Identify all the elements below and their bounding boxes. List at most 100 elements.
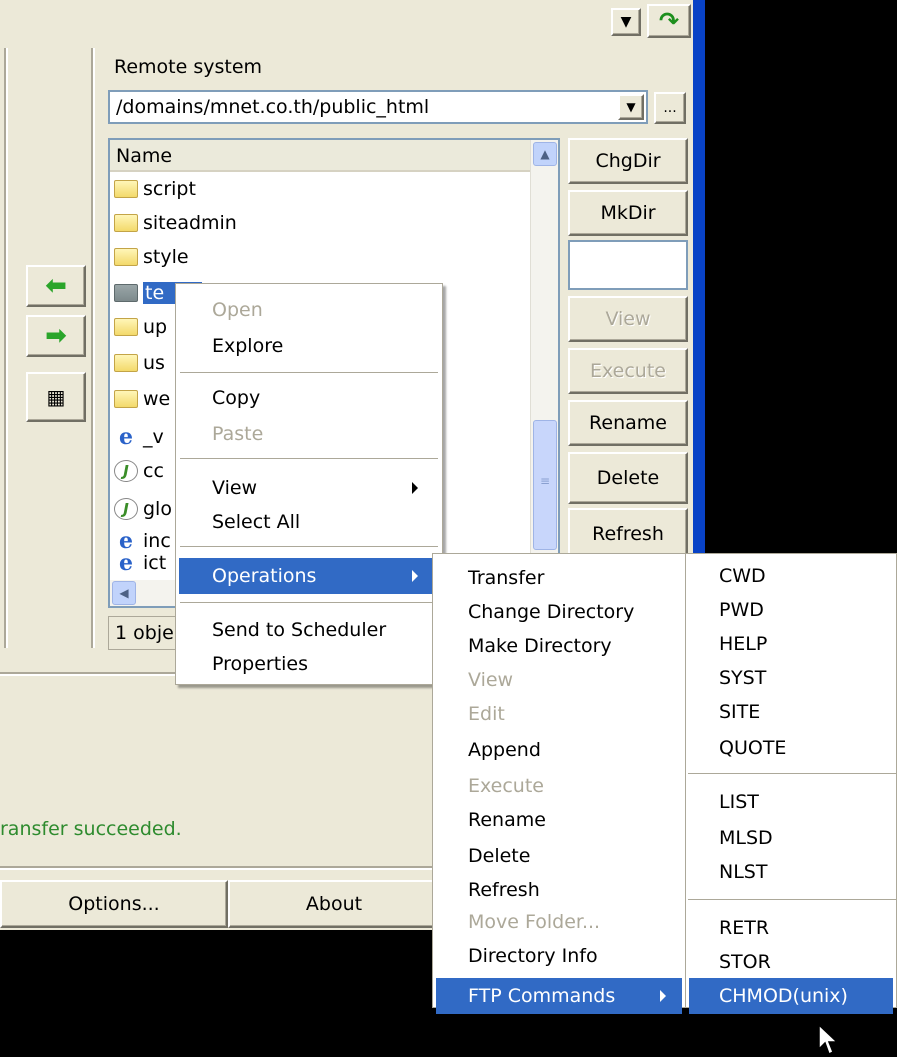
remote-path-value: /domains/mnet.co.th/public_html [116, 96, 430, 118]
menu-item-stor[interactable]: STOR [686, 944, 896, 980]
menu-item-help[interactable]: HELP [686, 626, 896, 662]
menu-item-nlst[interactable]: NLST [686, 854, 896, 890]
vertical-scrollbar[interactable]: ▲ ≡ [530, 140, 558, 580]
menu-separator [180, 458, 438, 459]
operations-submenu: Transfer Change Directory Make Directory… [432, 553, 686, 1014]
menu-item-quote[interactable]: QUOTE [686, 730, 896, 766]
menu-item-make-directory[interactable]: Make Directory [433, 628, 685, 664]
list-item[interactable]: e _v [114, 420, 164, 454]
execute-button[interactable]: Execute [568, 348, 688, 394]
browse-path-button[interactable]: ... [654, 92, 686, 124]
menu-item-paste[interactable]: Paste [176, 416, 442, 452]
menu-item-operations[interactable]: Operations [179, 558, 439, 594]
remote-path-combo[interactable]: /domains/mnet.co.th/public_html ▼ [108, 90, 648, 124]
menu-item-change-directory[interactable]: Change Directory [433, 594, 685, 630]
menu-item-syst[interactable]: SYST [686, 660, 896, 696]
arrow-left-icon: ⬅ [45, 271, 67, 301]
folder-icon [114, 390, 138, 408]
chevron-down-icon: ▼ [620, 14, 632, 30]
list-item[interactable]: us [114, 346, 165, 380]
remote-system-label: Remote system [114, 56, 262, 78]
folder-icon [114, 354, 138, 372]
menu-item-select-all[interactable]: Select All [176, 504, 442, 540]
list-item[interactable]: Jcc [114, 454, 164, 488]
context-menu: Open Explore Copy Paste View Select All … [175, 283, 443, 685]
mkdir-button[interactable]: MkDir [568, 190, 688, 236]
chevron-down-icon: ▼ [626, 100, 636, 114]
menu-item-open[interactable]: Open [176, 292, 442, 328]
menu-item-delete[interactable]: Delete [433, 838, 685, 874]
chgdir-button[interactable]: ChgDir [568, 138, 688, 184]
filter-input[interactable] [568, 240, 688, 290]
menu-item-append[interactable]: Append [433, 732, 685, 768]
menu-item-explore[interactable]: Explore [176, 328, 442, 364]
menu-item-transfer[interactable]: Transfer [433, 560, 685, 596]
list-item[interactable]: script [114, 172, 196, 206]
view-button[interactable]: View [568, 296, 688, 342]
folder-icon [114, 318, 138, 336]
menu-separator [688, 899, 896, 900]
ie-icon: e [119, 424, 133, 450]
log-message: ransfer succeeded. [0, 818, 182, 840]
menu-item-pwd[interactable]: PWD [686, 592, 896, 628]
ftp-commands-submenu: CWD PWD HELP SYST SITE QUOTE LIST MLSD N… [685, 553, 897, 1014]
list-item[interactable]: Jglo [114, 492, 172, 526]
dropdown-button[interactable]: ▼ [611, 8, 641, 36]
menu-item-copy[interactable]: Copy [176, 380, 442, 416]
menu-item-chmod[interactable]: CHMOD(unix) [689, 978, 893, 1014]
list-item[interactable]: style [114, 240, 189, 274]
menu-item-edit[interactable]: Edit [433, 696, 685, 732]
menu-item-properties[interactable]: Properties [176, 646, 442, 682]
remote-system-title: Remote system [114, 56, 263, 78]
name-column-header[interactable]: Name [110, 140, 530, 172]
binary-icon: ▦ [46, 385, 66, 409]
menu-item-rename[interactable]: Rename [433, 802, 685, 838]
js-icon: J [114, 460, 138, 482]
options-button[interactable]: Options... [0, 880, 228, 928]
js-icon: J [114, 498, 138, 520]
folder-icon [114, 284, 138, 302]
menu-item-refresh[interactable]: Refresh [433, 872, 685, 908]
mouse-cursor-icon [818, 1024, 839, 1056]
folder-icon [114, 248, 138, 266]
folder-icon [114, 180, 138, 198]
submenu-arrow-icon [660, 990, 666, 1002]
menu-item-execute[interactable]: Execute [433, 768, 685, 804]
menu-item-view[interactable]: View [433, 662, 685, 698]
ie-icon: e [119, 528, 133, 554]
menu-item-cwd[interactable]: CWD [686, 558, 896, 594]
list-item[interactable]: e ict [114, 552, 166, 574]
menu-item-directory-info[interactable]: Directory Info [433, 938, 685, 974]
download-right-button[interactable]: ➡ [26, 315, 86, 357]
panel-bottom-divider [0, 672, 175, 676]
menu-item-send-to-scheduler[interactable]: Send to Scheduler [176, 612, 442, 648]
delete-button[interactable]: Delete [568, 452, 688, 504]
panel-divider [91, 48, 95, 648]
scroll-left-button[interactable]: ◀ [112, 581, 136, 605]
menu-item-view[interactable]: View [176, 470, 442, 506]
scroll-thumb[interactable]: ≡ [533, 420, 557, 550]
menu-item-retr[interactable]: RETR [686, 910, 896, 946]
menu-item-ftp-commands[interactable]: FTP Commands [436, 978, 682, 1014]
rename-button[interactable]: Rename [568, 400, 688, 446]
submenu-arrow-icon [412, 482, 418, 494]
about-button[interactable]: About [228, 880, 440, 928]
curved-arrow-icon: ↷ [658, 7, 680, 35]
menu-item-mlsd[interactable]: MLSD [686, 820, 896, 856]
submenu-arrow-icon [412, 570, 418, 582]
menu-separator [180, 546, 438, 547]
connect-button[interactable]: ↷ [647, 4, 691, 38]
scroll-up-button[interactable]: ▲ [533, 142, 557, 166]
upload-left-button[interactable]: ⬅ [26, 265, 86, 307]
binary-mode-button[interactable]: ▦ [26, 372, 86, 422]
list-item[interactable]: up [114, 310, 167, 344]
ie-icon: e [119, 552, 133, 574]
path-dropdown-button[interactable]: ▼ [618, 94, 644, 120]
menu-item-site[interactable]: SITE [686, 694, 896, 730]
menu-item-move-folder[interactable]: Move Folder... [433, 904, 685, 940]
list-item[interactable]: we [114, 382, 170, 416]
folder-icon [114, 214, 138, 232]
arrow-right-icon: ➡ [45, 321, 67, 351]
menu-item-list[interactable]: LIST [686, 784, 896, 820]
list-item[interactable]: siteadmin [114, 206, 237, 240]
